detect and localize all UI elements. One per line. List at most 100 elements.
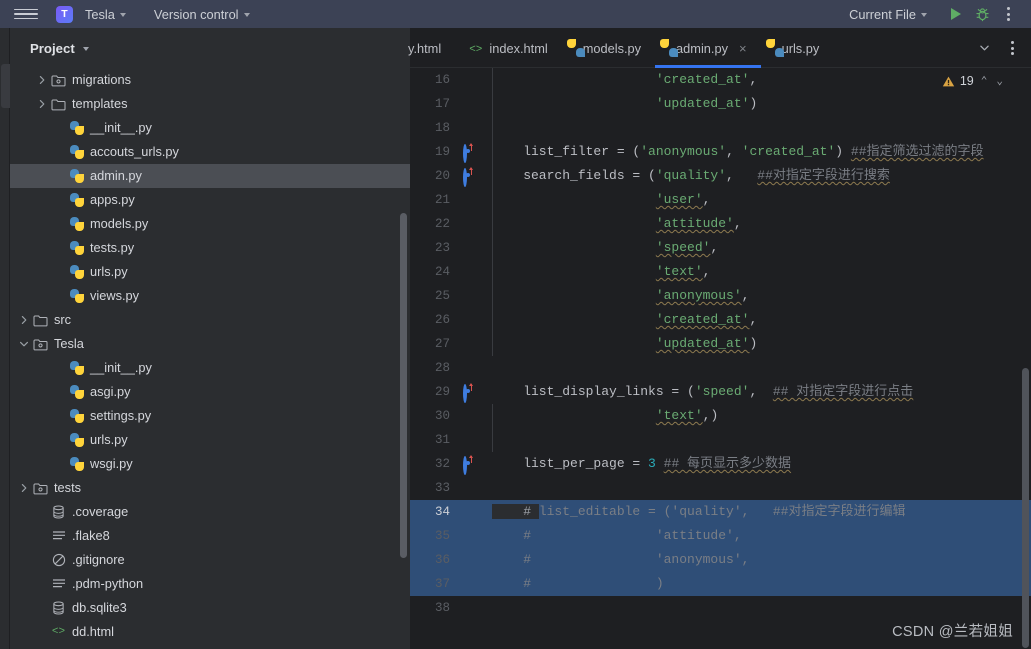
editor-tab-admin-py[interactable]: admin.py × [655, 28, 761, 68]
tree-item--gitignore[interactable]: .gitignore [10, 548, 410, 572]
line-number: 20 [434, 169, 450, 183]
tree-item-wsgi-py[interactable]: wsgi.py [10, 452, 410, 476]
code-line[interactable]: 25 'anonymous', [410, 284, 1031, 308]
debug-bug-icon [976, 7, 988, 21]
tree-item--init-py[interactable]: __init__.py [10, 356, 410, 380]
tree-item-urls-py[interactable]: urls.py [10, 260, 410, 284]
tree-item-apps-py[interactable]: apps.py [10, 188, 410, 212]
code-line[interactable]: 17 'updated_at') [410, 92, 1031, 116]
code-line[interactable]: 36 # 'anonymous', [410, 548, 1031, 572]
tree-item--coverage[interactable]: .coverage [10, 500, 410, 524]
code-text: 'anonymous', [458, 284, 1031, 308]
tree-item-tests-py[interactable]: tests.py [10, 236, 410, 260]
code-line[interactable]: 32 list_per_page = 3 ## 每页显示多少数据 [410, 452, 1031, 476]
project-panel-header[interactable]: Project [10, 28, 410, 68]
debug-button[interactable] [969, 2, 995, 26]
tree-item-tesla[interactable]: Tesla [10, 332, 410, 356]
tree-item-label: templates [72, 95, 128, 111]
chevron-right-icon[interactable] [18, 314, 30, 326]
project-selector[interactable]: Tesla [81, 5, 130, 24]
code-line[interactable]: 34 # list_editable = ('quality', ##对指定字段… [410, 500, 1031, 524]
tree-item-dd-html[interactable]: <> dd.html [10, 620, 410, 644]
python-icon [68, 432, 85, 448]
tree-item-accouts-urls-py[interactable]: accouts_urls.py [10, 140, 410, 164]
chevron-down-icon[interactable] [18, 338, 30, 350]
code-line[interactable]: 31 [410, 428, 1031, 452]
code-token: 'user' [655, 192, 703, 207]
code-line[interactable]: 26 'created_at', [410, 308, 1031, 332]
code-line[interactable]: 29 list_display_links = ('speed', ## 对指定… [410, 380, 1031, 404]
tree-item-tests[interactable]: tests [10, 476, 410, 500]
python-icon [68, 384, 85, 400]
code-text: # 'attitude', [458, 524, 1031, 548]
tree-item-views-py[interactable]: views.py [10, 284, 410, 308]
tree-item-asgi-py[interactable]: asgi.py [10, 380, 410, 404]
tab-bar-actions [971, 28, 1031, 68]
code-token: # [492, 576, 656, 591]
indent-guide [492, 404, 493, 452]
tab-bar-more-button[interactable] [999, 36, 1025, 60]
code-token: , [702, 192, 711, 207]
editor-tab-y-html[interactable]: y.html [408, 28, 455, 68]
code-line[interactable]: 18 [410, 116, 1031, 140]
inspection-widget[interactable]: 19 ⌃ ⌄ [942, 74, 1005, 88]
project-file-tree[interactable]: migrations templates __init__.py accouts_ur… [10, 68, 410, 649]
tab-list-button[interactable] [971, 36, 997, 60]
tree-item--init-py[interactable]: __init__.py [10, 116, 410, 140]
code-line[interactable]: 38 [410, 596, 1031, 620]
code-line[interactable]: 21 'user', [410, 188, 1031, 212]
code-editor[interactable]: 19 ⌃ ⌄ 16 'created_at', 17 'updated_at') 1… [410, 68, 1031, 649]
code-line[interactable]: 16 'created_at', [410, 68, 1031, 92]
tree-item-admin-py[interactable]: admin.py [10, 164, 410, 188]
chevron-right-icon[interactable] [36, 98, 48, 110]
tree-item-settings-py[interactable]: settings.py [10, 404, 410, 428]
chevron-right-icon[interactable] [18, 482, 30, 494]
close-tab-icon[interactable]: × [739, 41, 747, 56]
chevron-right-icon[interactable] [36, 74, 48, 86]
tree-item-db-sqlite3[interactable]: db.sqlite3 [10, 596, 410, 620]
run-configuration-selector[interactable]: Current File [845, 5, 931, 24]
code-line[interactable]: 35 # 'attitude', [410, 524, 1031, 548]
line-number: 26 [434, 313, 450, 327]
run-button[interactable] [943, 2, 969, 26]
title-bar-more-button[interactable] [995, 2, 1021, 26]
code-text: search_fields = ('quality', ##对指定字段进行搜索 [458, 164, 1031, 188]
html-icon: <> [469, 44, 483, 56]
tree-item--flake8[interactable]: .flake8 [10, 524, 410, 548]
python-icon [68, 360, 85, 376]
code-token: , [749, 72, 758, 87]
code-token: list_per_page = [492, 456, 649, 471]
code-line[interactable]: 23 'speed', [410, 236, 1031, 260]
code-line[interactable]: 20 search_fields = ('quality', ##对指定字段进行… [410, 164, 1031, 188]
editor-tab-index-html[interactable]: <> index.html [455, 28, 562, 68]
tree-item-migrations[interactable]: migrations [10, 68, 410, 92]
tree-item-models-py[interactable]: models.py [10, 212, 410, 236]
code-line[interactable]: 30 'text',) [410, 404, 1031, 428]
code-line[interactable]: 28 [410, 356, 1031, 380]
version-control-menu[interactable]: Version control [150, 5, 254, 24]
tree-item--pdm-python[interactable]: .pdm-python [10, 572, 410, 596]
code-line[interactable]: 24 'text', [410, 260, 1031, 284]
next-problem-icon[interactable]: ⌄ [994, 74, 1005, 88]
editor-tab-models-py[interactable]: models.py [562, 28, 655, 68]
code-line[interactable]: 37 # ) [410, 572, 1031, 596]
line-number: 37 [434, 577, 450, 591]
code-line[interactable]: 22 'attitude', [410, 212, 1031, 236]
tree-item-src[interactable]: src [10, 308, 410, 332]
project-tree-scrollbar[interactable] [400, 213, 407, 558]
previous-problem-icon[interactable]: ⌃ [979, 74, 990, 88]
editor-scrollbar[interactable] [1022, 368, 1029, 648]
tree-item-templates[interactable]: templates [10, 92, 410, 116]
editor-tab-urls-py[interactable]: urls.py [761, 28, 834, 68]
folder-module-icon [32, 336, 49, 352]
code-line[interactable]: 33 [410, 476, 1031, 500]
code-line[interactable]: 27 'updated_at') [410, 332, 1031, 356]
code-line[interactable]: 19 list_filter = ('anonymous', 'created_… [410, 140, 1031, 164]
main-menu-icon[interactable] [14, 4, 38, 24]
tree-item-urls-py[interactable]: urls.py [10, 428, 410, 452]
